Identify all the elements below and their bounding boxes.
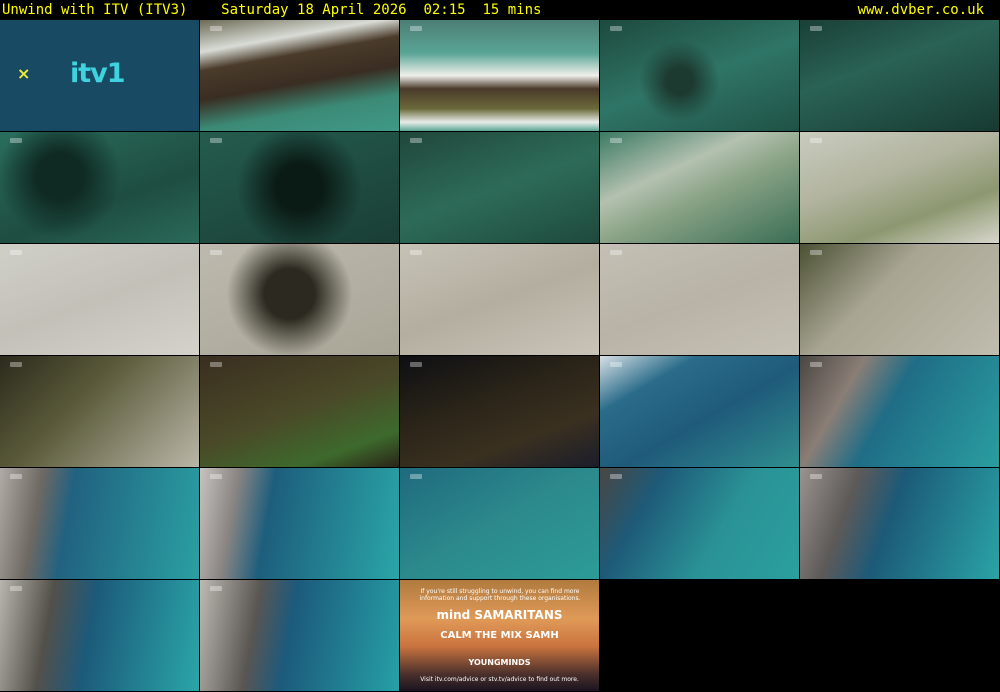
thumbnail-frame bbox=[200, 468, 399, 579]
channel-watermark-icon bbox=[210, 250, 222, 255]
thumbnail-helpline: If you're still struggling to unwind, yo… bbox=[400, 580, 599, 691]
thumbnail-frame bbox=[0, 468, 199, 579]
channel-watermark-icon bbox=[10, 586, 22, 591]
thumbnail-frame bbox=[400, 244, 599, 355]
channel-watermark-icon bbox=[10, 362, 22, 367]
thumbnail-frame bbox=[200, 132, 399, 243]
programme-title: Unwind with ITV (ITV3) bbox=[2, 2, 188, 18]
thumbnail-grid: × itv1 If you're still struggling to unwin… bbox=[0, 20, 1000, 692]
close-icon: × bbox=[17, 64, 31, 83]
broadcast-datetime: Saturday 18 April 2026 02:15 15 mins bbox=[221, 2, 542, 18]
thumbnail-frame bbox=[800, 244, 999, 355]
thumbnail-frame bbox=[600, 132, 799, 243]
helpline-row-1: mind SAMARITANS bbox=[436, 608, 563, 622]
channel-watermark-icon bbox=[210, 26, 222, 31]
thumbnail-frame bbox=[600, 356, 799, 467]
thumbnail-frame bbox=[400, 356, 599, 467]
thumbnail-frame bbox=[600, 20, 799, 131]
thumbnail-frame bbox=[600, 468, 799, 579]
channel-watermark-icon bbox=[610, 26, 622, 31]
channel-watermark-icon bbox=[610, 138, 622, 143]
thumbnail-frame bbox=[400, 132, 599, 243]
thumbnail-frame bbox=[0, 356, 199, 467]
thumbnail-frame bbox=[0, 132, 199, 243]
channel-watermark-icon bbox=[210, 474, 222, 479]
channel-watermark-icon bbox=[210, 362, 222, 367]
channel-watermark-icon bbox=[410, 474, 422, 479]
thumbnail-frame bbox=[800, 132, 999, 243]
channel-watermark-icon bbox=[810, 26, 822, 31]
channel-watermark-icon bbox=[810, 250, 822, 255]
thumbnail-frame bbox=[800, 20, 999, 131]
thumbnail-frame bbox=[200, 580, 399, 691]
channel-watermark-icon bbox=[410, 362, 422, 367]
channel-watermark-icon bbox=[410, 26, 422, 31]
top-bar: Unwind with ITV (ITV3) Saturday 18 April… bbox=[0, 0, 1000, 20]
thumbnail-frame bbox=[800, 356, 999, 467]
channel-watermark-icon bbox=[410, 138, 422, 143]
helpline-intro: If you're still struggling to unwind, yo… bbox=[419, 588, 581, 602]
thumbnail-frame bbox=[200, 356, 399, 467]
site-url[interactable]: www.dvber.co.uk bbox=[858, 0, 984, 20]
channel-watermark-icon bbox=[10, 250, 22, 255]
channel-watermark-icon bbox=[210, 586, 222, 591]
programme-info: Unwind with ITV (ITV3) Saturday 18 April… bbox=[2, 0, 541, 20]
thumbnail-frame bbox=[600, 244, 799, 355]
channel-watermark-icon bbox=[810, 138, 822, 143]
channel-watermark-icon bbox=[10, 474, 22, 479]
helpline-row-3: YOUNGMINDS bbox=[468, 658, 531, 667]
channel-watermark-icon bbox=[810, 362, 822, 367]
thumbnail-frame bbox=[400, 20, 599, 131]
thumbnail-frame bbox=[200, 20, 399, 131]
thumbnail-ident: × itv1 bbox=[0, 20, 199, 131]
thumbnail-empty bbox=[800, 580, 999, 691]
channel-watermark-icon bbox=[610, 250, 622, 255]
channel-watermark-icon bbox=[610, 362, 622, 367]
channel-watermark-icon bbox=[10, 138, 22, 143]
thumbnail-frame bbox=[800, 468, 999, 579]
helpline-row-2: CALM THE MIX SAMH bbox=[440, 630, 559, 641]
channel-watermark-icon bbox=[610, 474, 622, 479]
thumbnail-frame bbox=[200, 244, 399, 355]
itv1-logo: itv1 bbox=[70, 58, 126, 89]
channel-watermark-icon bbox=[210, 138, 222, 143]
helpline-footer: Visit itv.com/advice or stv.tv/advice to… bbox=[420, 676, 579, 683]
thumbnail-frame bbox=[0, 580, 199, 691]
channel-watermark-icon bbox=[810, 474, 822, 479]
thumbnail-empty bbox=[600, 580, 799, 691]
channel-watermark-icon bbox=[410, 250, 422, 255]
thumbnail-frame bbox=[400, 468, 599, 579]
thumbnail-frame bbox=[0, 244, 199, 355]
